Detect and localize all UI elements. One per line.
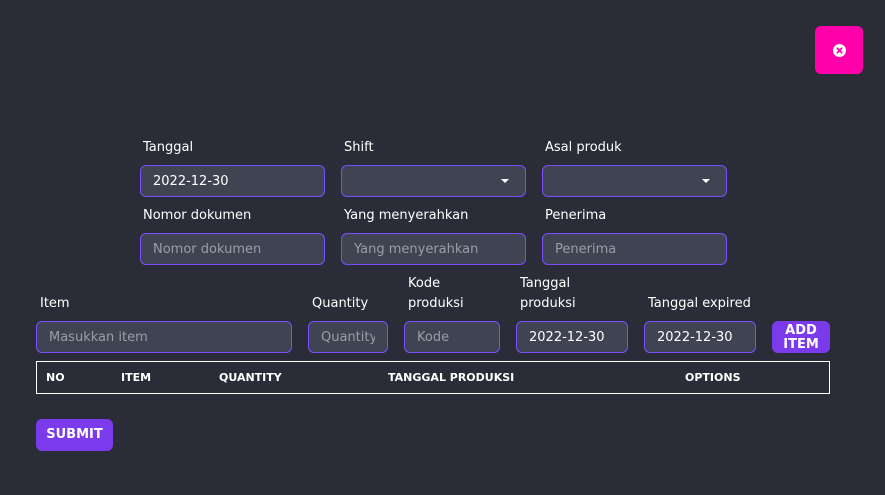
quantity-label: Quantity (312, 296, 369, 311)
kode-produksi-input[interactable] (404, 321, 500, 353)
tanggal-produksi-input[interactable] (516, 321, 628, 353)
shift-label: Shift (344, 140, 374, 155)
add-item-button[interactable]: ADD ITEM (772, 321, 830, 353)
quantity-input[interactable] (308, 321, 388, 353)
column-header-item: ITEM (121, 371, 152, 384)
tanggal-produksi-label-line2: produksi (520, 296, 576, 311)
column-header-no: NO (46, 371, 65, 384)
close-button[interactable] (815, 26, 863, 74)
column-header-options: OPTIONS (685, 371, 741, 384)
yang-menyerahkan-input[interactable] (341, 233, 526, 265)
chevron-down-icon (501, 179, 509, 183)
asal-produk-select[interactable] (542, 165, 727, 197)
yang-menyerahkan-label: Yang menyerahkan (344, 208, 469, 223)
add-item-label-line2: ITEM (783, 337, 819, 352)
item-input[interactable] (36, 321, 292, 353)
penerima-label: Penerima (545, 208, 607, 223)
kode-produksi-label-line2: produksi (408, 296, 464, 311)
nomor-dokumen-label: Nomor dokumen (143, 208, 252, 223)
tanggal-expired-input[interactable] (644, 321, 756, 353)
close-circle-icon (832, 43, 846, 57)
column-header-tanggal-produksi: TANGGAL PRODUKSI (388, 371, 515, 384)
chevron-down-icon (702, 179, 710, 183)
shift-select[interactable] (341, 165, 526, 197)
tanggal-input[interactable] (140, 165, 325, 197)
items-table: NO ITEM QUANTITY TANGGAL PRODUKSI OPTION… (36, 361, 830, 394)
asal-produk-label: Asal produk (545, 140, 622, 155)
add-item-label-line1: ADD (785, 323, 817, 338)
penerima-input[interactable] (542, 233, 727, 265)
column-header-quantity: QUANTITY (219, 371, 282, 384)
tanggal-produksi-label-line1: Tanggal (520, 276, 571, 291)
tanggal-label: Tanggal (143, 140, 194, 155)
nomor-dokumen-input[interactable] (140, 233, 325, 265)
submit-button[interactable]: SUBMIT (36, 419, 113, 451)
item-label: Item (40, 296, 70, 311)
tanggal-expired-label: Tanggal expired (648, 296, 751, 311)
kode-produksi-label-line1: Kode (408, 276, 441, 291)
